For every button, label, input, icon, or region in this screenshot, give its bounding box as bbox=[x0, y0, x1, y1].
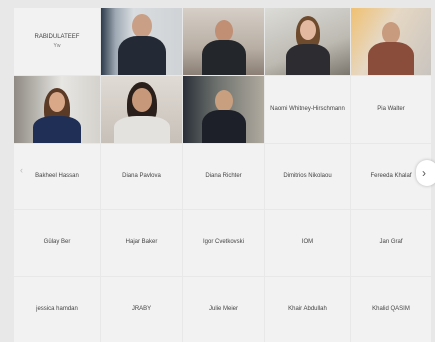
participant-name: Naomi Whitney-Hirschmann bbox=[270, 105, 345, 112]
person-head bbox=[382, 22, 400, 44]
person-body bbox=[117, 36, 166, 75]
participant-tile[interactable]: Jan Graf bbox=[351, 210, 431, 276]
participant-tile[interactable]: Hajar Baker bbox=[101, 210, 182, 276]
person-body bbox=[368, 42, 414, 75]
person-body bbox=[33, 116, 81, 143]
person-body bbox=[113, 116, 170, 143]
previous-page-button[interactable]: ‹ bbox=[20, 165, 23, 175]
participant-video-tile[interactable] bbox=[101, 76, 182, 143]
participant-name: Dimitrios Nikolaou bbox=[283, 172, 332, 179]
participant-name: Fereeda Khalaf bbox=[370, 172, 412, 179]
participant-video-tile[interactable] bbox=[351, 8, 431, 75]
participant-name: Diana Pavlova bbox=[122, 172, 161, 179]
person-head bbox=[49, 92, 65, 112]
participant-tile[interactable]: IOM bbox=[265, 210, 350, 276]
participant-tile[interactable]: Dimitrios Nikolaou bbox=[265, 144, 350, 209]
next-page-button[interactable]: › bbox=[416, 160, 435, 186]
participant-video-tile[interactable] bbox=[183, 76, 264, 143]
participant-video-tile[interactable] bbox=[14, 76, 100, 143]
participant-tile[interactable]: Bakheel Hassan bbox=[14, 144, 100, 209]
participant-tile[interactable]: jessica hamdan bbox=[14, 277, 100, 342]
participant-video-tile[interactable] bbox=[265, 8, 350, 75]
participant-name: Jan Graf bbox=[379, 239, 403, 246]
participant-name: Pia Walter bbox=[377, 105, 405, 112]
person-body bbox=[285, 44, 330, 75]
participant-name: Igor Cvetkovski bbox=[202, 239, 244, 246]
person-head bbox=[214, 90, 233, 112]
chevron-left-icon: ‹ bbox=[20, 165, 23, 175]
participant-name: IOM bbox=[301, 239, 314, 246]
participant-name: jessica hamdan bbox=[36, 305, 78, 312]
chevron-right-icon: › bbox=[422, 166, 426, 180]
participant-tile[interactable]: Diana Pavlova bbox=[101, 144, 182, 209]
participant-tile[interactable]: Gülay Ber bbox=[14, 210, 100, 276]
participant-name: Diana Richter bbox=[205, 172, 242, 179]
participant-grid: RABIDULATEEF Yw Naomi Whitney-Hirschmann… bbox=[14, 8, 432, 342]
participant-name: Julie Meier bbox=[208, 305, 238, 312]
person-body bbox=[201, 110, 246, 143]
person-body bbox=[201, 40, 246, 75]
participant-name: RABIDULATEEF bbox=[34, 33, 80, 40]
person-head bbox=[299, 20, 316, 40]
participant-subtitle: Yw bbox=[53, 43, 61, 50]
participant-tile[interactable]: Khair Abdullah bbox=[265, 277, 350, 342]
participant-name: JRABY bbox=[131, 305, 152, 312]
participant-name: Bakheel Hassan bbox=[35, 172, 79, 179]
participant-video-tile[interactable] bbox=[183, 8, 264, 75]
participant-tile[interactable]: Diana Richter bbox=[183, 144, 264, 209]
participant-name: Gülay Ber bbox=[43, 239, 71, 246]
participant-name: Khalid QASIM bbox=[372, 305, 410, 312]
person-head bbox=[131, 88, 152, 112]
person-head bbox=[131, 14, 152, 38]
participant-tile[interactable]: Igor Cvetkovski bbox=[183, 210, 264, 276]
person-head bbox=[214, 20, 233, 42]
participant-name: Hajar Baker bbox=[125, 239, 158, 246]
participant-tile[interactable]: RABIDULATEEF Yw bbox=[14, 8, 100, 75]
participant-name: Khair Abdullah bbox=[288, 305, 327, 312]
participant-tile[interactable]: Julie Meier bbox=[183, 277, 264, 342]
participant-video-tile[interactable] bbox=[101, 8, 182, 75]
participant-tile[interactable]: Naomi Whitney-Hirschmann bbox=[265, 76, 350, 143]
participant-tile[interactable]: JRABY bbox=[101, 277, 182, 342]
participant-tile[interactable]: Khalid QASIM bbox=[351, 277, 431, 342]
participant-tile[interactable]: Pia Walter bbox=[351, 76, 431, 143]
